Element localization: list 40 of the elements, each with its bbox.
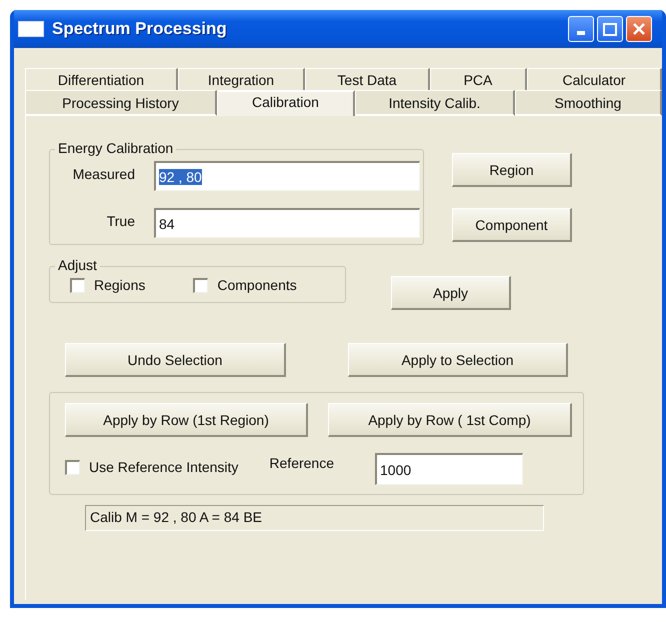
close-icon <box>632 22 646 36</box>
apply-by-row-button[interactable]: Apply by Row ( 1st Comp) <box>328 403 572 437</box>
checkbox-label: Use Reference Intensity <box>89 459 238 475</box>
minimize-icon <box>577 31 585 36</box>
status-field: Calib M = 92 , 80 A = 84 BE <box>85 505 544 531</box>
minimize-button[interactable] <box>568 16 594 42</box>
field-label: Measured <box>72 165 135 182</box>
apply-to-selection-button[interactable]: Apply to Selection <box>348 343 568 377</box>
checkbox-label: Components <box>217 277 297 293</box>
checkbox-label: Regions <box>94 277 146 293</box>
maximize-icon <box>603 23 617 36</box>
maximize-button[interactable] <box>597 16 623 42</box>
reference-field[interactable]: 1000 <box>375 453 523 485</box>
tab[interactable]: Intensity Calib. <box>355 90 515 116</box>
region-button[interactable]: Region <box>452 153 572 187</box>
measured-field[interactable]: 92 , 80 <box>154 161 420 191</box>
field-label: Reference <box>269 455 334 471</box>
tab[interactable]: Differentiation <box>25 68 178 91</box>
undo-selection-button[interactable]: Undo Selection <box>65 343 286 377</box>
close-button[interactable] <box>626 16 652 42</box>
apply-button[interactable]: Apply <box>391 276 511 310</box>
tab[interactable]: Processing History <box>25 90 217 116</box>
selected-text: 92 , 80 <box>159 168 202 184</box>
checkbox[interactable] <box>70 278 85 292</box>
window-icon <box>18 21 44 37</box>
tab[interactable]: Integration <box>178 68 305 91</box>
group-title: Adjust <box>55 257 100 273</box>
tab[interactable]: Test Data <box>305 68 430 91</box>
true-field[interactable]: 84 <box>154 208 420 238</box>
tab[interactable]: Calibration <box>217 90 355 116</box>
group-title: Energy Calibration <box>55 140 176 156</box>
tab[interactable]: Smoothing <box>515 90 662 116</box>
apply-by-row-button[interactable]: Apply by Row (1st Region) <box>65 403 308 437</box>
checkbox[interactable] <box>193 278 208 292</box>
tab[interactable]: Calculator <box>527 68 662 91</box>
checkbox[interactable] <box>65 460 80 474</box>
component-button[interactable]: Component <box>452 208 572 242</box>
field-label: True <box>106 212 135 229</box>
tab[interactable]: PCA <box>430 68 527 91</box>
window-title: Spectrum Processing <box>52 19 228 39</box>
